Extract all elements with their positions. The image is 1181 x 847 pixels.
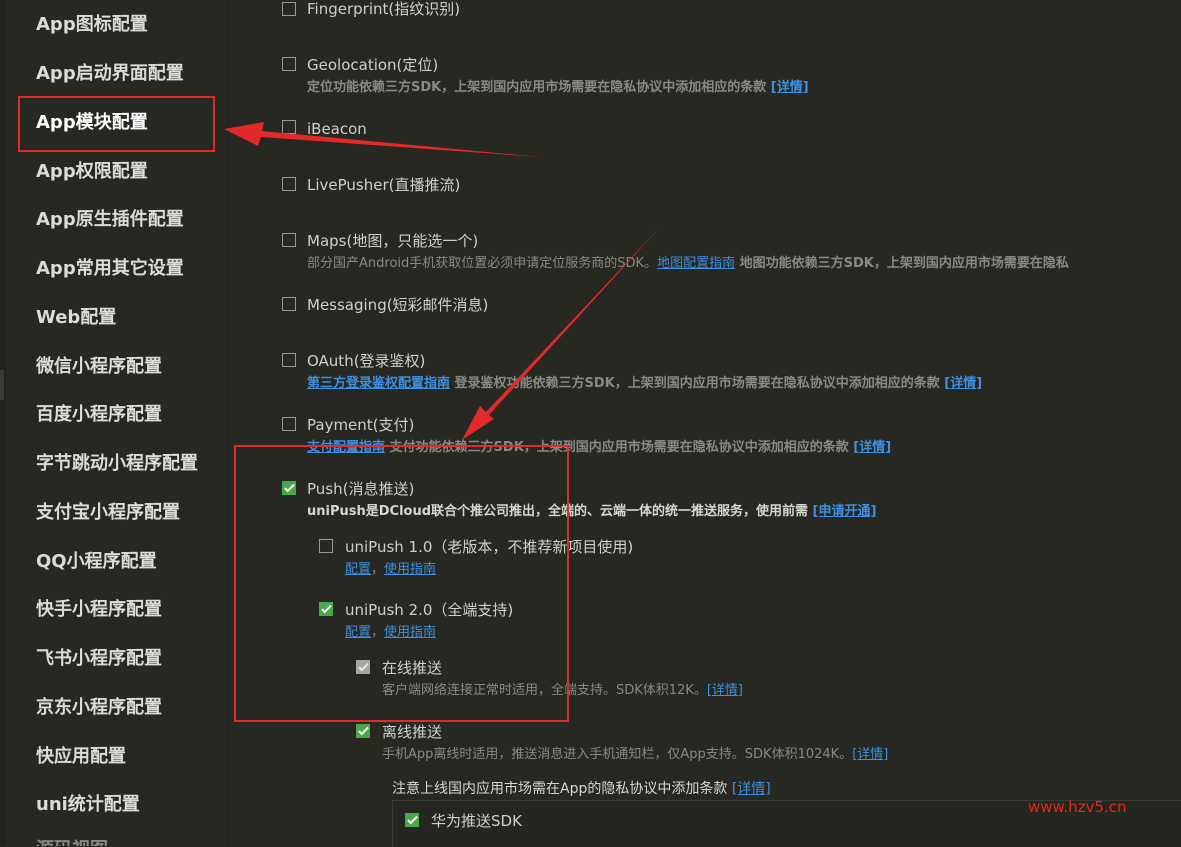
oauth-checkbox[interactable] [282,353,296,367]
online-push-description: 客户端网络连接正常时适用，全端支持。SDK体积12K。[详情] [382,683,744,698]
payment-checkbox[interactable] [282,417,296,431]
maps-label: Maps(地图，只能选一个) [307,232,479,250]
privacy-notice: 注意上线国内应用市场需在App的隐私协议中添加条款 [详情] [392,781,771,797]
payment-guide-link[interactable]: 支付配置指南 [307,440,385,455]
sidebar-item-jd-mp[interactable]: 京东小程序配置 [36,696,162,720]
geolocation-label: Geolocation(定位) [307,56,439,74]
huawei-push-label: 华为推送SDK [431,812,522,830]
geolocation-details-link[interactable]: [详情] [771,80,809,95]
payment-label: Payment(支付) [307,416,415,434]
sidebar-item-qq-mp[interactable]: QQ小程序配置 [36,550,157,574]
online-push-checkbox[interactable] [356,660,370,674]
maps-guide-link[interactable]: 地图配置指南 [657,256,735,271]
geolocation-description: 定位功能依赖三方SDK，上架到国内应用市场需要在隐私协议中添加相应的条款 [详情… [307,80,809,95]
sidebar-item-app-native-plugins[interactable]: App原生插件配置 [36,208,184,232]
ibeacon-label: iBeacon [307,120,367,138]
unipush1-label: uniPush 1.0（老版本，不推荐新项目使用) [345,538,634,556]
maps-description: 部分国产Android手机获取位置必须申请定位服务商的SDK。地图配置指南 地图… [307,256,1069,271]
unipush1-checkbox[interactable] [319,539,333,553]
maps-checkbox[interactable] [282,233,296,247]
sidebar-item-quickapp[interactable]: 快应用配置 [36,745,126,769]
unipush2-config-link[interactable]: 配置 [345,625,371,640]
settings-sidebar: App图标配置 App启动界面配置 App模块配置 App权限配置 App原生插… [0,0,229,846]
unipush2-links: 配置，使用指南 [345,625,437,640]
sidebar-item-feishu-mp[interactable]: 飞书小程序配置 [36,647,162,671]
offline-push-label: 离线推送 [382,723,443,741]
sidebar-item-clipped[interactable]: 源码视图 [36,838,108,846]
offline-push-checkbox[interactable] [356,724,370,738]
sidebar-item-bytedance-mp[interactable]: 字节跳动小程序配置 [36,452,198,476]
push-label: Push(消息推送) [307,480,415,498]
watermark: www.hzv5.cn [1028,798,1127,816]
sidebar-item-baidu-mp[interactable]: 百度小程序配置 [36,403,162,427]
privacy-notice-details-link[interactable]: [详情] [732,781,771,797]
sidebar-item-kuaishou-mp[interactable]: 快手小程序配置 [36,598,162,622]
unipush2-label: uniPush 2.0（全端支持) [345,601,514,619]
livepusher-checkbox[interactable] [282,177,296,191]
sidebar-item-wechat-mp[interactable]: 微信小程序配置 [36,355,162,379]
payment-details-link[interactable]: [详情] [853,440,891,455]
sidebar-item-app-common-settings[interactable]: App常用其它设置 [36,257,184,281]
sidebar-item-alipay-mp[interactable]: 支付宝小程序配置 [36,501,180,525]
oauth-label: OAuth(登录鉴权) [307,352,426,370]
resize-handle[interactable] [0,370,4,400]
module-config-panel: Fingerprint(指纹识别) Geolocation(定位) 定位功能依赖… [229,0,1181,846]
geolocation-checkbox[interactable] [282,57,296,71]
ibeacon-checkbox[interactable] [282,120,296,134]
unipush2-guide-link[interactable]: 使用指南 [384,625,436,640]
oauth-details-link[interactable]: [详情] [944,376,982,391]
online-push-details-link[interactable]: [详情] [707,683,743,698]
sidebar-item-app-modules[interactable]: App模块配置 [36,111,148,135]
messaging-checkbox[interactable] [282,297,296,311]
sidebar-item-app-permissions[interactable]: App权限配置 [36,160,148,184]
livepusher-label: LivePusher(直播推流) [307,176,461,194]
payment-description: 支付配置指南 支付功能依赖三方SDK，上架到国内应用市场需要在隐私协议中添加相应… [307,440,892,455]
push-apply-link[interactable]: [申请开通] [813,504,877,519]
push-description: uniPush是DCloud联合个推公司推出，全端的、云端一体的统一推送服务，使… [307,504,877,519]
sidebar-item-web[interactable]: Web配置 [36,306,116,330]
oauth-description: 第三方登录鉴权配置指南 登录鉴权功能依赖三方SDK，上架到国内应用市场需要在隐私… [307,376,983,391]
oauth-guide-link[interactable]: 第三方登录鉴权配置指南 [307,376,450,391]
unipush1-guide-link[interactable]: 使用指南 [384,562,436,577]
offline-push-details-link[interactable]: [详情] [852,747,888,762]
huawei-push-checkbox[interactable] [405,813,419,827]
unipush1-config-link[interactable]: 配置 [345,562,371,577]
unipush1-links: 配置，使用指南 [345,562,437,577]
sidebar-item-app-splash[interactable]: App启动界面配置 [36,62,184,86]
push-checkbox[interactable] [282,481,296,495]
offline-push-description: 手机App离线时适用，推送消息进入手机通知栏，仅App支持。SDK体积1024K… [382,747,889,762]
fingerprint-checkbox[interactable] [282,2,296,16]
sidebar-item-uni-stat[interactable]: uni统计配置 [36,793,140,817]
online-push-label: 在线推送 [382,659,443,677]
messaging-label: Messaging(短彩邮件消息) [307,296,489,314]
sidebar-item-app-icon[interactable]: App图标配置 [36,13,148,37]
fingerprint-label: Fingerprint(指纹识别) [307,0,461,18]
unipush2-checkbox[interactable] [319,602,333,616]
sidebar-gutter [0,0,6,846]
